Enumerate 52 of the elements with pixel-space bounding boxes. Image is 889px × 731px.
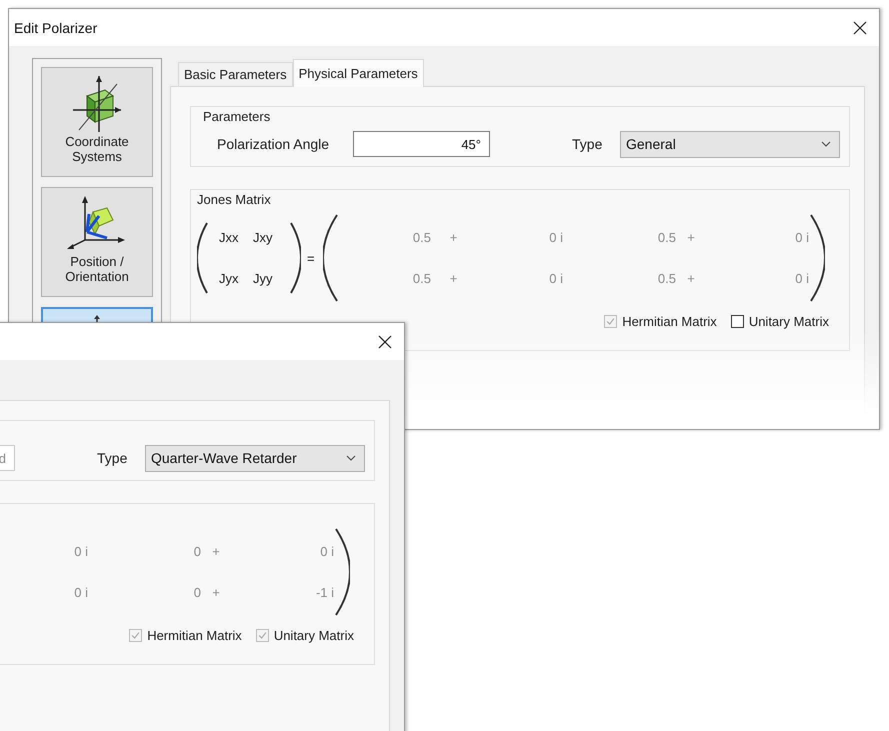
tab[interactable]: Physical Parameters: [292, 59, 424, 87]
plus-sign: +: [448, 271, 458, 286]
close-icon[interactable]: [853, 20, 867, 34]
matrix-symbol: Jxy: [253, 230, 274, 245]
plus-sign: +: [686, 271, 696, 286]
chevron-down-icon: [346, 455, 356, 461]
checkbox[interactable]: [730, 315, 744, 328]
checkbox-label: Unitary Matrix: [274, 628, 354, 643]
matrix-value: 0 i: [794, 271, 809, 286]
matrix-value: 0.5: [656, 271, 676, 286]
equals-sign: =: [307, 250, 315, 266]
chevron-down-icon: [821, 141, 831, 147]
matrix-symbol: Jxx: [219, 230, 240, 245]
checkbox-label: Hermitian Matrix: [622, 314, 717, 329]
tab[interactable]: Basic Parameters: [178, 62, 293, 86]
matrix-value: 0 i: [794, 230, 809, 245]
parenthesis-icon: [289, 221, 301, 295]
plus-sign: +: [686, 230, 696, 245]
matrix-value: 0: [192, 585, 201, 600]
matrix-symbol: Jyy: [253, 271, 274, 286]
sidebar-item[interactable]: Position / Orientation: [41, 187, 153, 297]
field-label: Type: [97, 450, 128, 466]
matrix-value: 0.5: [412, 271, 431, 286]
angle-field[interactable]: 45°: [353, 131, 490, 157]
group-legend: Parameters: [203, 109, 270, 124]
window-title: Edit Polarizer: [14, 20, 98, 36]
checkbox-label: Unitary Matrix: [748, 314, 829, 329]
matrix-symbol: Jyx: [219, 271, 240, 286]
group-legend: Jones Matrix: [197, 192, 271, 207]
matrix-value: 0 i: [73, 544, 88, 559]
plus-sign: +: [448, 230, 458, 245]
matrix-value: 0 i: [319, 544, 334, 559]
matrix-value: 0.5: [412, 230, 431, 245]
matrix-value: 0 i: [548, 271, 563, 286]
matrix-value: 0: [192, 544, 201, 559]
checkbox-label: Hermitian Matrix: [147, 628, 242, 643]
type-dropdown[interactable]: Quarter-Wave Retarder: [145, 444, 365, 472]
matrix-value: 0.5: [656, 230, 676, 245]
type-dropdown[interactable]: General: [620, 130, 840, 158]
matrix-value: 0 i: [548, 230, 563, 245]
parenthesis-icon: [334, 527, 350, 617]
plus-sign: +: [211, 585, 221, 600]
matrix-value: 0 i: [73, 585, 88, 600]
parenthesis-icon: [809, 213, 825, 303]
close-icon[interactable]: [378, 334, 392, 348]
field-label: Type: [572, 136, 602, 152]
sidebar-item[interactable]: Coordinate Systems: [41, 67, 153, 177]
field-label: Polarization Angle: [217, 136, 330, 152]
matrix-value: -1 i: [314, 585, 334, 600]
parenthesis-icon: [322, 213, 339, 303]
plus-sign: +: [211, 544, 221, 559]
parenthesis-icon: [197, 221, 209, 295]
